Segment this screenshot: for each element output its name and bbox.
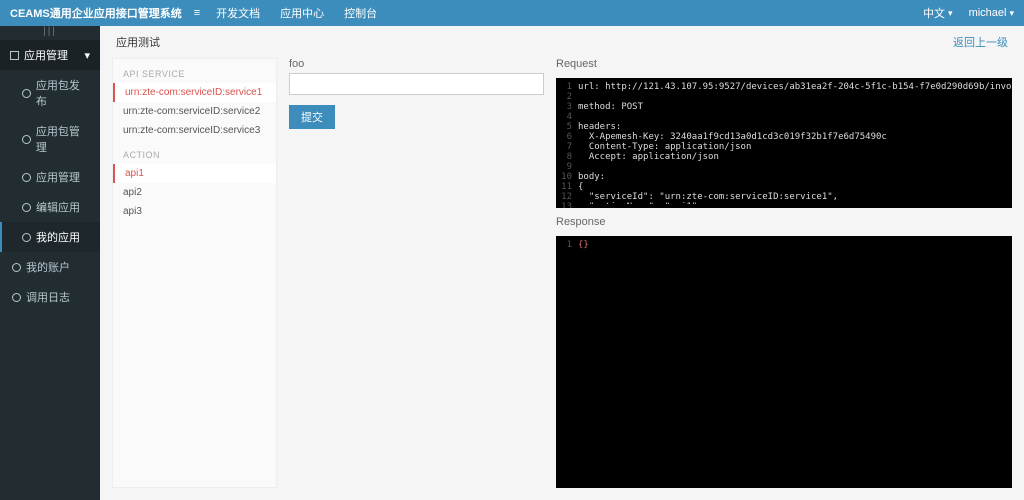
request-code: 12345678910111213141516 url: http://121.…: [556, 78, 1012, 208]
service-item[interactable]: urn:zte-com:serviceID:service3: [113, 121, 276, 140]
grid-icon: [10, 51, 19, 60]
sidebar-collapse-handle[interactable]: |||: [0, 26, 100, 40]
top-nav: 开发文档 应用中心 控制台: [216, 5, 923, 21]
user-dropdown[interactable]: michael: [969, 7, 1014, 19]
action-item[interactable]: api1: [113, 164, 276, 183]
circle-icon: [22, 89, 31, 98]
nav-center[interactable]: 应用中心: [280, 5, 324, 21]
service-panel: API SERVICE urn:zte-com:serviceID:servic…: [112, 58, 277, 488]
service-item[interactable]: urn:zte-com:serviceID:service2: [113, 102, 276, 121]
sidebar-item-2[interactable]: 应用管理: [0, 162, 100, 192]
foo-input[interactable]: [289, 73, 544, 95]
nav-console[interactable]: 控制台: [344, 5, 377, 21]
nav-docs[interactable]: 开发文档: [216, 5, 260, 21]
service-item[interactable]: urn:zte-com:serviceID:service1: [113, 83, 276, 102]
input-label: foo: [289, 58, 544, 70]
sidebar-item-0[interactable]: 应用包发布: [0, 70, 100, 116]
topbar: CEAMS通用企业应用接口管理系统 ≡ 开发文档 应用中心 控制台 中文 mic…: [0, 0, 1024, 26]
group-api-label: API SERVICE: [113, 65, 276, 83]
sidebar-section-logs[interactable]: 调用日志: [0, 282, 100, 312]
request-label: Request: [556, 58, 1012, 70]
language-dropdown[interactable]: 中文: [923, 5, 953, 21]
circle-icon: [22, 135, 31, 144]
back-link[interactable]: 返回上一级: [953, 34, 1008, 50]
circle-icon: [22, 233, 31, 242]
brand: CEAMS通用企业应用接口管理系统: [10, 5, 182, 21]
chevron-down-icon: ▾: [84, 49, 90, 62]
log-icon: [12, 293, 21, 302]
sidebar-item-1[interactable]: 应用包管理: [0, 116, 100, 162]
submit-button[interactable]: 提交: [289, 105, 335, 129]
sidebar-item-3[interactable]: 编辑应用: [0, 192, 100, 222]
circle-icon: [22, 203, 31, 212]
sidebar-item-4[interactable]: 我的应用: [0, 222, 100, 252]
circle-icon: [22, 173, 31, 182]
response-label: Response: [556, 216, 1012, 228]
group-action-label: ACTION: [113, 146, 276, 164]
sidebar: ||| 应用管理 ▾ 应用包发布应用包管理应用管理编辑应用我的应用 我的账户 调…: [0, 26, 100, 500]
form-panel: foo 提交: [289, 58, 544, 488]
action-item[interactable]: api3: [113, 202, 276, 221]
sidebar-section-account[interactable]: 我的账户: [0, 252, 100, 282]
user-icon: [12, 263, 21, 272]
sidebar-section-app[interactable]: 应用管理 ▾: [0, 40, 100, 70]
menu-toggle-icon[interactable]: ≡: [194, 7, 200, 19]
action-item[interactable]: api2: [113, 183, 276, 202]
page-title: 应用测试: [116, 34, 160, 50]
response-code: 1 {}: [556, 236, 1012, 488]
